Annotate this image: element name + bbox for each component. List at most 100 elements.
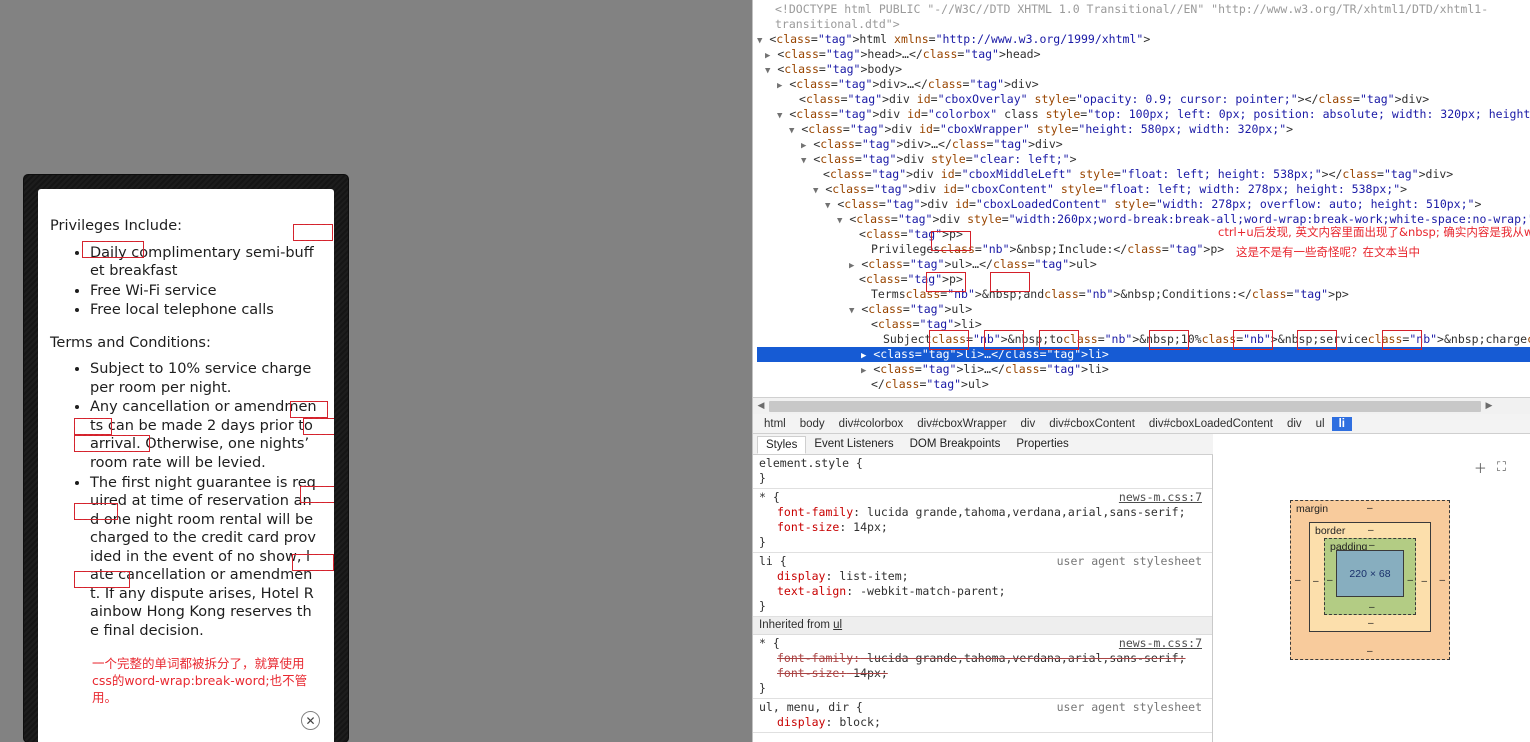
style-property[interactable]: font-size: 14px; (759, 666, 1206, 681)
list-item: The first night guarantee is required at… (90, 474, 318, 641)
box-model-margin-label: margin (1296, 503, 1329, 515)
border-top-value[interactable]: – (1368, 525, 1374, 536)
list-item: Free local telephone calls (90, 301, 318, 320)
style-property[interactable]: font-family: lucida grande,tahoma,verdan… (759, 505, 1206, 520)
dom-node[interactable]: ▼ <class="tag">div id="colorbox" class s… (757, 107, 1530, 122)
breadcrumb-item-div-cboxLoadedContent[interactable]: div#cboxLoadedContent (1142, 417, 1280, 431)
dom-node[interactable]: <class="tag">p> (757, 272, 1530, 287)
dom-node[interactable]: Termsclass="nb">&nbsp;andclass="nb">&nbs… (757, 287, 1530, 302)
style-property[interactable]: display: list-item; (759, 569, 1206, 584)
dom-node[interactable]: ▼ <class="tag">ul> (757, 302, 1530, 317)
rule-source[interactable]: user agent stylesheet (1057, 554, 1202, 569)
scroll-right-icon[interactable]: ▶ (1481, 401, 1497, 411)
scroll-left-icon[interactable]: ◀ (753, 401, 769, 411)
rule-close-brace: } (759, 535, 766, 549)
style-property[interactable]: text-align: -webkit-match-parent; (759, 584, 1206, 599)
margin-top-value[interactable]: – (1367, 503, 1373, 514)
terms-list: Subject to 10% service charge per room p… (50, 360, 318, 640)
dom-node[interactable]: ▶ <class="tag">li>…</class="tag">li> (757, 362, 1530, 377)
dom-node[interactable]: <class="tag">div id="cboxOverlay" style=… (757, 92, 1530, 107)
rule-source[interactable]: news-m.css:7 (1119, 636, 1202, 651)
hscroll-thumb[interactable] (769, 400, 1481, 412)
box-model-content-size[interactable]: 220 × 68 (1336, 550, 1404, 597)
dom-node-selected[interactable]: ▶ <class="tag">li>…</class="tag">li> (757, 347, 1530, 362)
terms-heading: Terms and Conditions: (50, 334, 211, 351)
dom-node[interactable]: </class="tag">ul> (757, 377, 1530, 392)
rule-selector[interactable]: * { (759, 490, 780, 504)
style-rule[interactable]: * { news-m.css:7 font-family: lucida grand… (753, 635, 1212, 699)
dom-node[interactable]: ▶ <class="tag">div>…</class="tag">div> (757, 77, 1530, 92)
style-property[interactable]: font-size: 14px; (759, 520, 1206, 535)
dom-tree-hscrollbar[interactable]: ◀ ▶ (753, 397, 1530, 414)
breadcrumb-item-div-cboxContent[interactable]: div#cboxContent (1042, 417, 1142, 431)
breadcrumb-item-ul[interactable]: ul (1309, 417, 1332, 431)
style-rule[interactable]: li { user agent stylesheet display: list-i… (753, 553, 1212, 617)
list-item: Daily complimentary semi-buffet breakfas… (90, 244, 318, 281)
padding-right-value[interactable]: – (1407, 575, 1413, 586)
style-property[interactable]: font-family: lucida grande,tahoma,verdan… (759, 651, 1206, 666)
border-left-value[interactable]: – (1313, 576, 1319, 587)
dom-node[interactable]: ▼ <class="tag">body> (757, 62, 1530, 77)
style-rule[interactable]: * { news-m.css:7 font-family: lucida grand… (753, 489, 1212, 553)
list-item: Any cancellation or amendments can be ma… (90, 398, 318, 472)
rule-close-brace: } (759, 599, 766, 613)
style-rule[interactable]: ul, menu, dir { user agent stylesheet disp… (753, 699, 1212, 733)
dom-node[interactable]: ▶ <class="tag">div>…</class="tag">div> (757, 137, 1530, 152)
dom-node[interactable]: <class="tag">div id="cboxMiddleLeft" sty… (757, 167, 1530, 182)
margin-right-value[interactable]: – (1439, 575, 1445, 586)
style-property[interactable]: display: block; (759, 715, 1206, 730)
close-icon[interactable]: ✕ (301, 711, 320, 730)
breadcrumb-item-html[interactable]: html (757, 417, 793, 431)
page-preview-pane: Privileges Include: Daily complimentary … (0, 0, 752, 742)
border-bottom-value[interactable]: – (1368, 618, 1374, 629)
dom-node[interactable]: <class="tag">li> (757, 317, 1530, 332)
rule-selector[interactable]: li { (759, 554, 787, 568)
padding-left-value[interactable]: – (1327, 575, 1333, 586)
breadcrumb-item-div[interactable]: div (1014, 417, 1043, 431)
border-right-value[interactable]: – (1421, 576, 1427, 587)
breadcrumb-item-div-cboxWrapper[interactable]: div#cboxWrapper (910, 417, 1013, 431)
rule-close-brace: } (759, 471, 766, 485)
devtools-panel: <!DOCTYPE html PUBLIC "-//W3C//DTD XHTML… (752, 0, 1530, 742)
breadcrumb-item-div[interactable]: div (1280, 417, 1309, 431)
margin-bottom-value[interactable]: – (1367, 646, 1373, 657)
breadcrumb-item-div-colorbox[interactable]: div#colorbox (832, 417, 911, 431)
dom-node[interactable]: ▼ <class="tag">div style="clear: left;"> (757, 152, 1530, 167)
inherited-source-link[interactable]: ul (833, 619, 842, 631)
dom-node[interactable]: ▼ <class="tag">div id="cboxWrapper" styl… (757, 122, 1530, 137)
dom-node[interactable]: transitional.dtd"> (757, 17, 1530, 32)
breadcrumb-item-li[interactable]: li (1331, 416, 1352, 431)
computed-pane: margin – – – – border – – – – padding – … (1214, 455, 1530, 742)
dom-node[interactable]: ▼ <class="tag">div id="cboxContent" styl… (757, 182, 1530, 197)
rule-source[interactable]: news-m.css:7 (1119, 490, 1202, 505)
element-picker-icon[interactable]: ⛶ (1497, 460, 1506, 475)
devtools-annotation-cn-2: 这是不是有一些奇怪呢？在文本当中 (1236, 245, 1420, 259)
styles-sidebar-tabs[interactable]: Styles Event Listeners DOM Breakpoints Prop… (753, 434, 1213, 455)
plus-icon[interactable]: ＋ (1474, 458, 1487, 477)
breadcrumb-item-body[interactable]: body (793, 417, 832, 431)
margin-left-value[interactable]: – (1295, 575, 1301, 586)
padding-bottom-value[interactable]: – (1369, 602, 1375, 613)
colorbox-modal-frame: Privileges Include: Daily complimentary … (24, 175, 348, 742)
tab-properties[interactable]: Properties (1008, 436, 1076, 452)
dom-tree[interactable]: <!DOCTYPE html PUBLIC "-//W3C//DTD XHTML… (753, 0, 1530, 397)
dom-node[interactable]: <!DOCTYPE html PUBLIC "-//W3C//DTD XHTML… (757, 2, 1530, 17)
box-model-border-label: border (1315, 525, 1346, 537)
dom-node[interactable]: Subjectclass="nb">&nbsp;toclass="nb">&nb… (757, 332, 1530, 347)
tab-dom-breakpoints[interactable]: DOM Breakpoints (902, 436, 1009, 452)
rule-selector[interactable]: * { (759, 636, 780, 650)
tab-event-listeners[interactable]: Event Listeners (806, 436, 901, 452)
styles-toolbar[interactable]: ＋ ⛶ (1474, 458, 1506, 477)
dom-node[interactable]: ▶ <class="tag">head>…</class="tag">head> (757, 47, 1530, 62)
box-model-diagram: margin – – – – border – – – – padding – … (1290, 500, 1450, 660)
dom-node[interactable]: ▼ <class="tag">div id="cboxLoadedContent… (757, 197, 1530, 212)
rule-source[interactable]: user agent stylesheet (1057, 700, 1202, 715)
breadcrumb[interactable]: html body div#colorbox div#cboxWrapper div di… (753, 414, 1530, 434)
dom-node[interactable]: ▼ <class="tag">html xmlns="http://www.w3… (757, 32, 1530, 47)
rule-selector[interactable]: ul, menu, dir { (759, 700, 863, 714)
style-rule[interactable]: element.style {} (753, 455, 1212, 489)
list-item: Subject to 10% service charge per room p… (90, 360, 318, 397)
styles-pane[interactable]: element.style {} * {news-m.css:7 font-fami… (753, 455, 1213, 742)
tab-styles[interactable]: Styles (757, 436, 807, 454)
rule-selector[interactable]: element.style { (759, 456, 863, 470)
